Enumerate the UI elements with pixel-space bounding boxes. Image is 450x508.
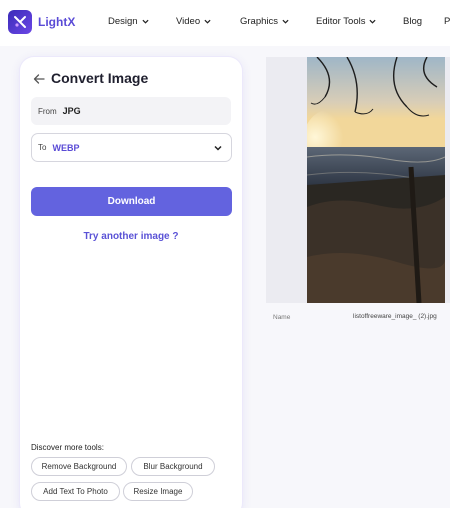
uploaded-image-preview	[307, 57, 445, 303]
nav-item-video[interactable]: Video	[176, 16, 211, 27]
nav-item-label: Graphics	[240, 16, 279, 27]
nav-item-label: P	[444, 16, 450, 27]
top-navigation: LightX Design Video Graphics Editor Tool…	[0, 0, 450, 46]
beach-sunset-image	[307, 57, 445, 303]
nav-item-label: Blog	[403, 16, 423, 27]
nav-item-design[interactable]: Design	[108, 16, 149, 27]
nav-item-graphics[interactable]: Graphics	[240, 16, 289, 27]
to-format-select[interactable]: To WEBP	[31, 133, 232, 162]
from-label: From	[38, 106, 57, 116]
page-title: Convert Image	[51, 70, 149, 86]
chevron-down-icon	[214, 145, 222, 151]
file-name-label: Name	[273, 314, 291, 321]
from-format-value: JPG	[62, 106, 81, 116]
try-another-image-link[interactable]: Try another image ?	[20, 231, 242, 242]
nav-item-label: Design	[108, 16, 138, 27]
brand-name[interactable]: LightX	[38, 15, 75, 29]
tool-chip-remove-background[interactable]: Remove Background	[31, 457, 127, 476]
chevron-down-icon	[282, 19, 289, 24]
from-format-field: From JPG	[31, 97, 231, 125]
tool-chip-blur-background[interactable]: Blur Background	[131, 457, 215, 476]
nav-item-editor-tools[interactable]: Editor Tools	[316, 16, 377, 27]
nav-item-label: Editor Tools	[316, 16, 366, 27]
nav-item-blog[interactable]: Blog	[403, 16, 422, 27]
nav-item-truncated[interactable]: P	[444, 16, 450, 27]
chevron-down-icon	[204, 19, 211, 24]
to-format-value: WEBP	[52, 142, 80, 153]
tool-chip-add-text-to-photo[interactable]: Add Text To Photo	[31, 482, 120, 501]
lightx-logo-icon[interactable]	[8, 10, 32, 34]
logo-mark-icon	[14, 16, 26, 28]
back-arrow-icon[interactable]	[32, 72, 46, 86]
discover-tools-heading: Discover more tools:	[31, 443, 104, 452]
to-label: To	[38, 143, 47, 152]
chevron-down-icon	[142, 19, 149, 24]
chevron-down-icon	[369, 19, 377, 24]
file-name-value: listoffreeware_image_ (2).jpg	[353, 313, 437, 320]
download-button[interactable]: Download	[31, 187, 232, 216]
tool-chip-resize-image[interactable]: Resize Image	[123, 482, 193, 501]
nav-item-label: Video	[176, 16, 201, 27]
convert-image-panel: Convert Image From JPG To WEBP Download …	[20, 57, 242, 508]
